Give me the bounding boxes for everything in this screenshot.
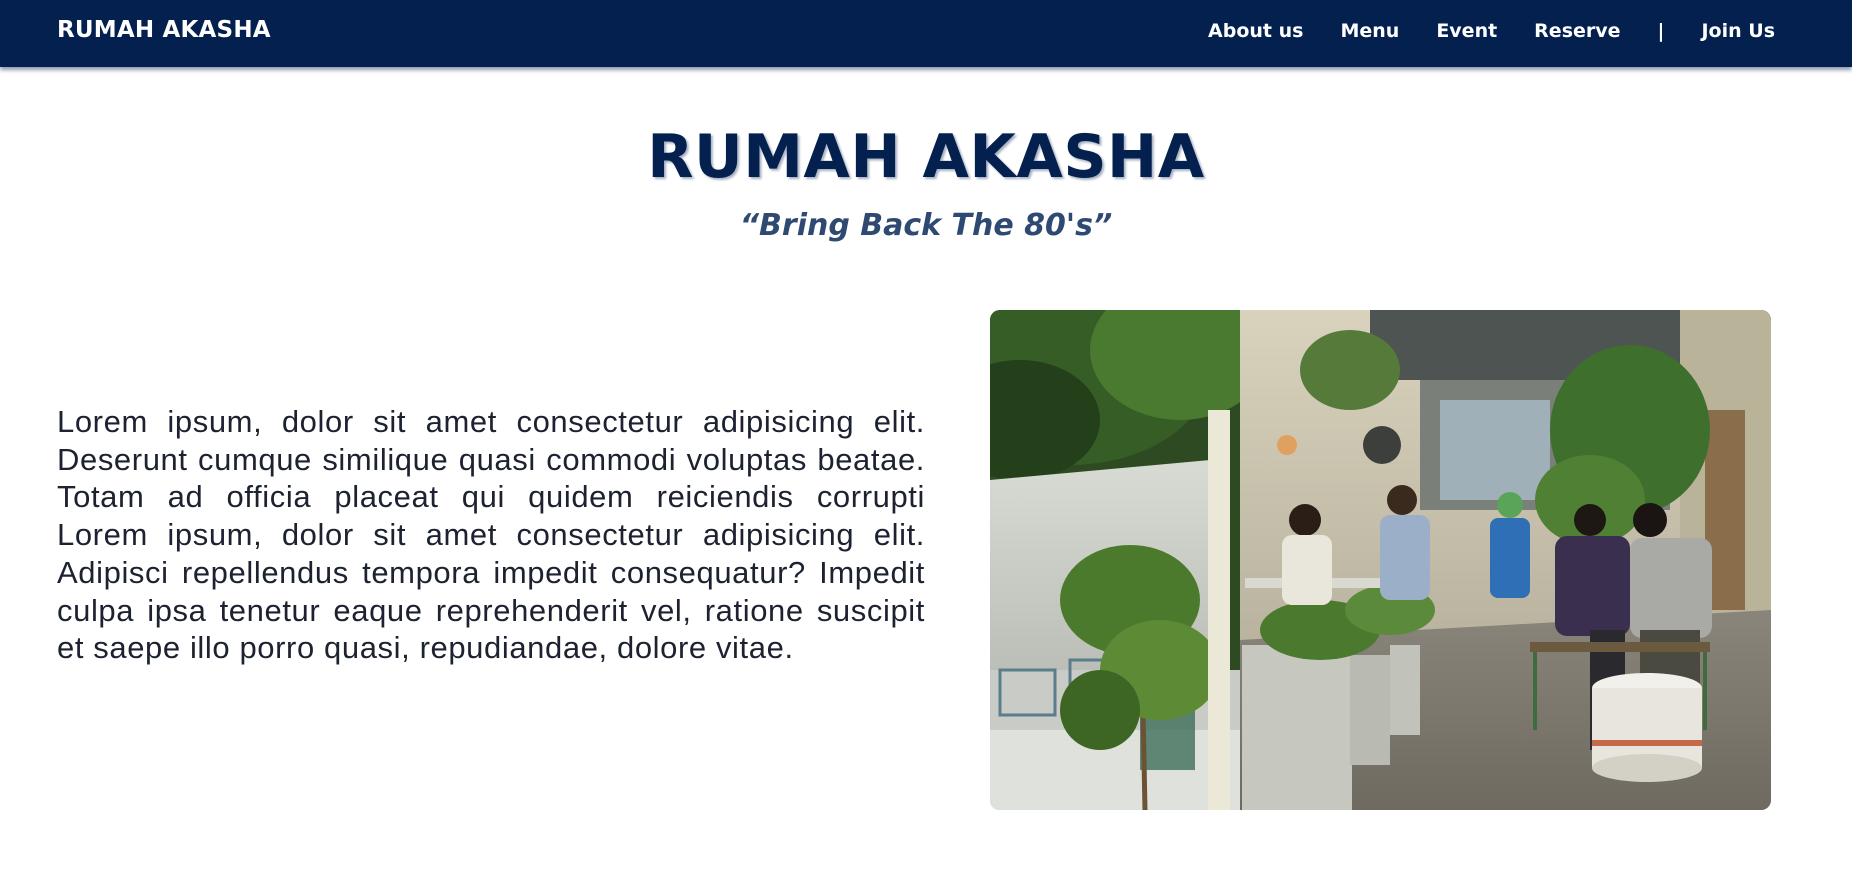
page-title: RUMAH AKASHA [647,122,1205,192]
brand-logo-link[interactable]: RUMAH AKASHA [57,17,271,43]
nav-separator: | [1657,20,1665,42]
nav-link-event[interactable]: Event [1436,20,1497,42]
top-navbar: RUMAH AKASHA About us Menu Event Reserve… [0,0,1852,67]
nav-links: About us Menu Event Reserve | Join Us [1208,20,1775,42]
about-description: Lorem ipsum, dolor sit amet consectetur … [57,404,925,666]
nav-link-menu[interactable]: Menu [1340,20,1399,42]
nav-link-about-us[interactable]: About us [1208,20,1303,42]
page-tagline: “Bring Back The 80's” [739,208,1113,243]
nav-link-join-us[interactable]: Join Us [1701,20,1775,42]
cafe-photo [990,310,1771,810]
nav-link-reserve[interactable]: Reserve [1534,20,1620,42]
